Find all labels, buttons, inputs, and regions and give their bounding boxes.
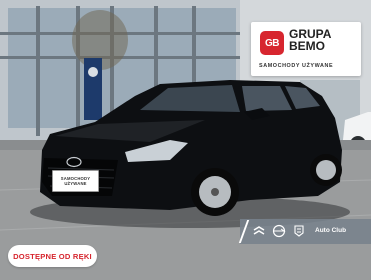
peugeot-icon xyxy=(294,225,304,237)
logo-name: GRUPA BEMO xyxy=(289,28,331,52)
logo-name-line2: BEMO xyxy=(289,39,325,53)
availability-badge: DOSTĘPNE OD RĘKI xyxy=(8,245,97,267)
citroen-icon xyxy=(253,226,265,235)
auto-club-label: Auto Club xyxy=(315,227,347,234)
license-plate: SAMOCHODY UŻYWANE xyxy=(52,170,99,192)
logo-mark: GB xyxy=(260,31,284,55)
dealer-logo: GB GRUPA BEMO SAMOCHODY UŻYWANE xyxy=(251,22,361,76)
opel-icon xyxy=(272,224,286,238)
plate-line2: UŻYWANE xyxy=(64,181,87,186)
availability-text: DOSTĘPNE OD RĘKI xyxy=(13,251,92,261)
logo-tagline: SAMOCHODY UŻYWANE xyxy=(259,63,334,69)
